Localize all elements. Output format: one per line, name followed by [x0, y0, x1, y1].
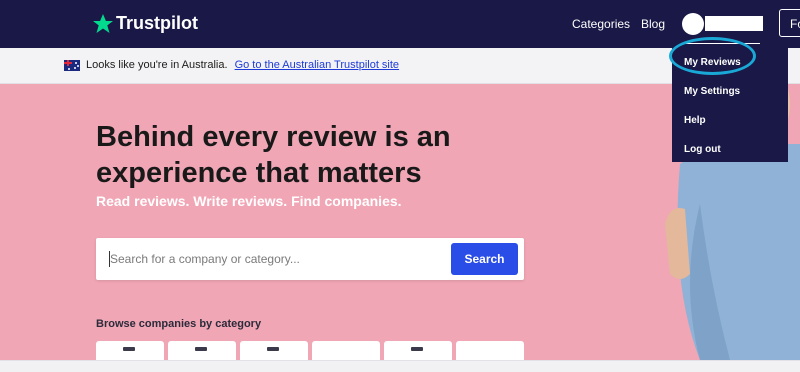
star-icon [93, 13, 113, 33]
browse-categories-title: Browse companies by category [96, 318, 262, 330]
hero-headline: Behind every review is an experience tha… [96, 121, 451, 189]
location-message: Looks like you're in Australia. Go to th… [86, 59, 399, 71]
avatar[interactable] [682, 13, 704, 35]
category-tile[interactable] [384, 341, 452, 360]
search-button[interactable]: Search [451, 243, 518, 275]
category-icon [123, 347, 135, 351]
highlight-annotation [669, 37, 756, 75]
category-tile[interactable] [168, 341, 236, 360]
category-icon [195, 347, 207, 351]
top-nav: Trustpilot Categories Blog Fo [0, 0, 800, 48]
nav-categories-link[interactable]: Categories [572, 17, 630, 31]
category-tile[interactable] [456, 341, 524, 360]
category-tile[interactable] [312, 341, 380, 360]
menu-item-my-settings[interactable]: My Settings [684, 86, 740, 97]
location-text: Looks like you're in Australia. [86, 59, 228, 71]
search-box: Search [96, 238, 524, 280]
search-input[interactable] [110, 249, 430, 269]
menu-item-log-out[interactable]: Log out [684, 144, 721, 155]
australia-flag-icon [64, 60, 80, 71]
trustpilot-logo[interactable]: Trustpilot [93, 13, 198, 34]
category-icon [411, 347, 423, 351]
category-tile[interactable] [96, 341, 164, 360]
logo-text: Trustpilot [116, 13, 198, 33]
page-bottom-strip [0, 360, 800, 372]
username-redacted[interactable] [705, 16, 763, 31]
hero-subline: Read reviews. Write reviews. Find compan… [96, 193, 402, 209]
category-tile[interactable] [240, 341, 308, 360]
nav-blog-link[interactable]: Blog [641, 17, 665, 31]
menu-item-help[interactable]: Help [684, 115, 706, 126]
category-icon [267, 347, 279, 351]
for-business-button[interactable]: Fo [779, 9, 800, 37]
australian-site-link[interactable]: Go to the Australian Trustpilot site [235, 59, 399, 71]
